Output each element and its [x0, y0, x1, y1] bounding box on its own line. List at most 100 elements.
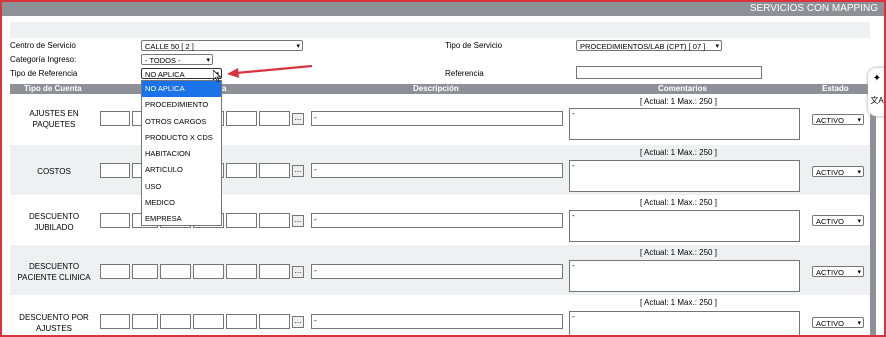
account-segment-input[interactable]	[160, 264, 191, 279]
estado-value: ACTIVO	[816, 319, 844, 328]
estado-select[interactable]: ACTIVO ▾	[812, 166, 864, 177]
comment-limit: [ Actual: 1 Max.: 250 ]	[640, 248, 717, 257]
account-segment-input[interactable]	[100, 213, 130, 228]
referencia-label: Referencia	[445, 69, 484, 78]
account-segment-input[interactable]	[226, 213, 257, 228]
description-input[interactable]: -	[311, 314, 563, 329]
chevron-down-icon: ▾	[857, 269, 861, 276]
description-input[interactable]: -	[311, 264, 563, 279]
comment-textarea[interactable]: -	[569, 160, 800, 192]
categoria-value: - TODOS -	[145, 56, 181, 65]
tipo-servicio-value: PROCEDIMIENTOS/LAB (CPT) [ 07 ]	[580, 42, 706, 51]
header-descripcion: Descripción	[413, 84, 459, 93]
comment-textarea[interactable]: -	[569, 311, 800, 335]
description-input[interactable]: -	[311, 163, 563, 178]
table-row: DESCUENTO JUBILADO ... - [ Actual: 1 Max…	[10, 195, 870, 245]
table-header: Tipo de Cuenta a Descripción Comentarios…	[10, 84, 870, 94]
account-segment-input[interactable]	[259, 314, 290, 329]
dropdown-option[interactable]: ARTICULO	[142, 162, 221, 178]
chevron-down-icon: ▾	[857, 320, 861, 327]
row-account-type: AJUSTES EN PAQUETES	[29, 109, 79, 129]
estado-select[interactable]: ACTIVO ▾	[812, 266, 864, 277]
tipo-referencia-dropdown: NO APLICA PROCEDIMIENTO OTROS CARGOS PRO…	[141, 80, 222, 226]
estado-value: ACTIVO	[816, 217, 844, 226]
account-segment-input[interactable]	[193, 264, 224, 279]
chevron-down-icon: ▾	[715, 43, 719, 50]
account-segment-input[interactable]	[226, 111, 257, 126]
tipo-servicio-label: Tipo de Servicio	[445, 41, 503, 50]
annotation-arrow-icon	[227, 64, 313, 78]
account-segment-input[interactable]	[259, 264, 290, 279]
tipo-servicio-select[interactable]: PROCEDIMIENTOS/LAB (CPT) [ 07 ] ▾	[576, 40, 722, 51]
comment-textarea[interactable]: -	[569, 210, 800, 242]
scrollbar[interactable]	[870, 97, 876, 335]
chevron-down-icon: ▾	[206, 57, 210, 64]
account-segment-input[interactable]	[132, 264, 158, 279]
account-segment-input[interactable]	[193, 314, 224, 329]
account-segment-input[interactable]	[259, 213, 290, 228]
dropdown-option[interactable]: MEDICO	[142, 195, 221, 211]
row-account-type: DESCUENTO PACIENTE CLINICA	[17, 262, 91, 282]
description-input[interactable]: -	[311, 213, 563, 228]
dropdown-option[interactable]: NO APLICA	[142, 81, 221, 98]
tipo-referencia-label: Tipo de Referencia	[10, 69, 78, 78]
comment-limit: [ Actual: 1 Max.: 250 ]	[640, 148, 717, 157]
account-segment-input[interactable]	[100, 264, 130, 279]
account-segment-input[interactable]	[226, 264, 257, 279]
header-comentarios: Comentarios	[658, 84, 707, 93]
lookup-button[interactable]: ...	[292, 113, 304, 125]
estado-select[interactable]: ACTIVO ▾	[812, 317, 864, 328]
centro-value: CALLE 50 [ 2 ]	[145, 42, 194, 51]
comment-limit: [ Actual: 1 Max.: 250 ]	[640, 97, 717, 106]
dropdown-option[interactable]: USO	[142, 179, 221, 195]
dropdown-option[interactable]: PROCEDIMIENTO	[142, 97, 221, 113]
referencia-input[interactable]	[576, 66, 762, 79]
account-segment-input[interactable]	[259, 163, 290, 178]
account-segment-input[interactable]	[259, 111, 290, 126]
lookup-button[interactable]: ...	[292, 266, 304, 278]
categoria-label: Categoría Ingreso:	[10, 55, 77, 64]
tipo-referencia-value: NO APLICA	[145, 70, 185, 79]
app-title: SERVICIOS CON MAPPING	[749, 3, 878, 14]
table-row: DESCUENTO POR AJUSTES ... - [ Actual: 1 …	[10, 295, 870, 335]
account-segment-input[interactable]	[160, 314, 191, 329]
dropdown-option[interactable]: HABITACION	[142, 146, 221, 162]
estado-select[interactable]: ACTIVO ▾	[812, 215, 864, 226]
account-segment-input[interactable]	[132, 314, 158, 329]
chevron-down-icon: ▾	[296, 43, 300, 50]
sparkle-icon[interactable]: ✦	[868, 68, 884, 90]
comment-limit: [ Actual: 1 Max.: 250 ]	[640, 198, 717, 207]
description-input[interactable]: -	[311, 111, 563, 126]
form-band	[10, 22, 870, 38]
dropdown-option[interactable]: EMPRESA	[142, 211, 221, 227]
centro-select[interactable]: CALLE 50 [ 2 ] ▾	[141, 40, 303, 51]
mouse-cursor-icon	[213, 70, 221, 82]
centro-label: Centro de Servicio	[10, 41, 76, 50]
account-segment-input[interactable]	[226, 163, 257, 178]
header-tipo-cuenta: Tipo de Cuenta	[24, 84, 82, 93]
account-segment-input[interactable]	[226, 314, 257, 329]
lookup-button[interactable]: ...	[292, 215, 304, 227]
account-segment-input[interactable]	[100, 111, 130, 126]
table-row: AJUSTES EN PAQUETES ... - [ Actual: 1 Ma…	[10, 95, 870, 145]
dropdown-option[interactable]: OTROS CARGOS	[142, 114, 221, 130]
comment-textarea[interactable]: -	[569, 108, 800, 140]
dropdown-option[interactable]: PRODUCTO X CDS	[142, 130, 221, 146]
row-account-type: DESCUENTO POR AJUSTES	[19, 313, 89, 333]
lookup-button[interactable]: ...	[292, 316, 304, 328]
categoria-select[interactable]: - TODOS - ▾	[141, 54, 213, 65]
chevron-down-icon: ▾	[857, 117, 861, 124]
comment-textarea[interactable]: -	[569, 260, 800, 292]
comment-limit: [ Actual: 1 Max.: 250 ]	[640, 298, 717, 307]
row-account-type: DESCUENTO JUBILADO	[28, 212, 80, 232]
tipo-referencia-select[interactable]: NO APLICA▾	[141, 68, 222, 79]
lookup-button[interactable]: ...	[292, 165, 304, 177]
app-frame: SERVICIOS CON MAPPING Centro de Servicio…	[0, 0, 886, 337]
estado-select[interactable]: ACTIVO ▾	[812, 114, 864, 125]
translate-icon[interactable]: 文A	[868, 90, 884, 112]
account-segment-input[interactable]	[100, 314, 130, 329]
estado-value: ACTIVO	[816, 268, 844, 277]
header-cuenta: a	[222, 84, 227, 93]
side-toolbar: ✦ 文A	[868, 68, 884, 116]
account-segment-input[interactable]	[100, 163, 130, 178]
